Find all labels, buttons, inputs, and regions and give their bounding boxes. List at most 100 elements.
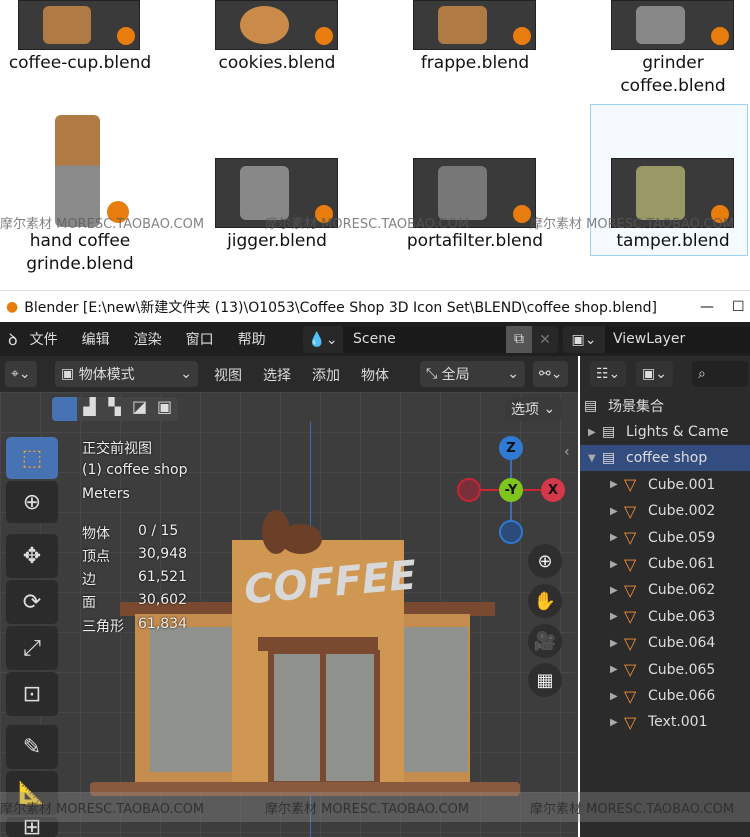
expand-arrow-icon[interactable]: ▶ <box>610 638 624 649</box>
sidebar-toggle-icon[interactable]: ‹ <box>564 444 570 460</box>
grid-ortho-icon[interactable]: ▦ <box>528 663 562 697</box>
expand-arrow-icon[interactable]: ▶ <box>610 691 624 702</box>
thumbnail[interactable] <box>55 115 129 227</box>
rotate-tool[interactable]: ⟳ <box>6 580 58 624</box>
orientation-dropdown[interactable]: ⤡ 全局 ⌄ <box>420 361 525 387</box>
menu-view[interactable]: 视图 <box>214 365 242 385</box>
menu-window[interactable]: 窗口 <box>186 329 214 349</box>
gizmo-x[interactable]: X <box>541 478 565 502</box>
transform-tool[interactable]: ⊡ <box>6 672 58 716</box>
3d-viewport[interactable]: ▟ ▚ ◪ ▣ 选项 ⌄ COFFEE ⬚ ⊕ ✥ ⟳ ⤢ ⊡ ✎ 📐 ⊞ 正交… <box>0 392 578 837</box>
outliner-item[interactable]: ▼ ▤ coffee shop <box>580 445 750 472</box>
gizmo-neg-y[interactable]: -Y <box>499 478 523 502</box>
outliner-item-label: Cube.061 <box>648 556 716 572</box>
menu-select[interactable]: 选择 <box>263 365 291 385</box>
expand-arrow-icon[interactable]: ▶ <box>610 532 624 543</box>
stat-label: 边 <box>82 572 96 588</box>
annotate-tool[interactable]: ✎ <box>6 725 58 769</box>
menu-object[interactable]: 物体 <box>361 365 389 385</box>
mesh-icon: ▽ <box>624 528 637 548</box>
outliner-item[interactable]: ▶ ▽ Text.001 <box>580 709 750 735</box>
outliner-item[interactable]: ▶ ▽ Cube.061 <box>580 551 750 577</box>
units-label: Meters <box>82 486 130 502</box>
expand-arrow-icon[interactable]: ▶ <box>610 559 624 570</box>
search-button[interactable]: ⌕ <box>692 361 748 387</box>
menu-add[interactable]: 添加 <box>312 365 340 385</box>
gizmo-neg-x[interactable] <box>457 478 481 502</box>
outliner-item[interactable]: ▶ ▽ Cube.002 <box>580 498 750 524</box>
thumbnail[interactable] <box>18 0 140 50</box>
viewlayer-name[interactable]: ViewLayer <box>605 326 750 353</box>
outliner-item-label: Cube.066 <box>648 688 716 704</box>
camera-icon[interactable]: 🎥 <box>528 624 562 658</box>
stat-label: 三角形 <box>82 619 124 635</box>
new-scene-icon[interactable]: ⧉ <box>506 326 532 353</box>
thumbnail[interactable] <box>413 0 536 50</box>
menu-help[interactable]: 帮助 <box>238 329 266 349</box>
expand-arrow-icon[interactable]: ▶ <box>610 506 624 517</box>
stat-value: 30,602 <box>138 592 187 608</box>
gizmo-z[interactable]: Z <box>499 436 523 460</box>
outliner-item-label: coffee shop <box>626 450 708 467</box>
select-box-tool[interactable]: ⬚ <box>6 437 58 479</box>
menu-file[interactable]: 文件 <box>30 329 58 349</box>
expand-arrow-icon[interactable]: ▶ <box>588 427 602 438</box>
cursor-tool[interactable]: ⊕ <box>6 481 58 523</box>
outliner-item-label: Cube.002 <box>648 503 716 520</box>
display-mode-button[interactable]: ☷⌄ <box>590 361 627 387</box>
file-label[interactable]: hand coffee grinde.blend <box>15 230 145 276</box>
outliner-item-label: Cube.001 <box>648 476 716 493</box>
expand-arrow-icon[interactable]: ▶ <box>610 585 624 596</box>
minimize-button[interactable]: — <box>682 299 732 315</box>
pivot-dropdown[interactable]: ⚯⌄ <box>533 361 569 387</box>
filter-button[interactable]: ▣⌄ <box>636 361 673 387</box>
maximize-button[interactable]: ☐ <box>732 299 750 315</box>
expand-arrow-icon[interactable]: ▶ <box>610 717 624 728</box>
file-label[interactable]: grinder coffee.blend <box>608 52 738 98</box>
zoom-icon[interactable]: ⊕ <box>528 544 562 578</box>
thumbnail[interactable] <box>413 158 536 228</box>
viewlayer-selector[interactable]: ▣⌄ ViewLayer <box>563 326 750 353</box>
gizmo-neg-z[interactable] <box>499 520 523 544</box>
stat-label: 面 <box>82 595 96 611</box>
file-label[interactable]: jigger.blend <box>202 230 352 253</box>
outliner-item[interactable]: ▶ ▽ Cube.066 <box>580 683 750 709</box>
scale-tool[interactable]: ⤢ <box>6 626 58 670</box>
thumbnail[interactable] <box>611 158 734 228</box>
stat-value: 0 / 15 <box>138 523 179 539</box>
outliner-item[interactable]: ▶ ▤ Lights & Came <box>580 419 750 445</box>
move-tool[interactable]: ✥ <box>6 534 58 578</box>
expand-arrow-icon[interactable]: ▶ <box>610 479 624 490</box>
outliner-item[interactable]: ▶ ▽ Cube.001 <box>580 472 750 498</box>
blender-menu-icon[interactable]: ꝺ <box>8 328 18 350</box>
expand-arrow-icon[interactable]: ▶ <box>610 664 624 675</box>
delete-scene-icon[interactable]: ✕ <box>532 332 558 348</box>
scene-icon[interactable]: 💧⌄ <box>303 332 343 348</box>
file-label[interactable]: cookies.blend <box>202 52 352 75</box>
scene-collection-row[interactable]: ▤ 场景集合 <box>580 393 750 419</box>
mode-dropdown[interactable]: ▣ 物体模式 ⌄ <box>55 361 198 387</box>
menu-edit[interactable]: 编辑 <box>82 329 110 349</box>
pan-hand-icon[interactable]: ✋ <box>528 584 562 618</box>
viewlayer-icon[interactable]: ▣⌄ <box>563 332 605 348</box>
scene-selector[interactable]: 💧⌄ Scene ⧉ ✕ <box>303 326 558 353</box>
menu-render[interactable]: 渲染 <box>134 329 162 349</box>
file-label[interactable]: tamper.blend <box>598 230 748 253</box>
thumbnail[interactable] <box>215 0 338 50</box>
expand-arrow-icon[interactable]: ▼ <box>588 453 602 464</box>
outliner-item[interactable]: ▶ ▽ Cube.059 <box>580 525 750 551</box>
outliner-item[interactable]: ▶ ▽ Cube.065 <box>580 657 750 683</box>
file-label[interactable]: frappe.blend <box>400 52 550 75</box>
outliner-item[interactable]: ▶ ▽ Cube.062 <box>580 577 750 603</box>
scene-name[interactable]: Scene <box>343 326 506 353</box>
thumbnail[interactable] <box>611 0 734 50</box>
file-label[interactable]: portafilter.blend <box>400 230 550 253</box>
outliner-item-label: Cube.059 <box>648 529 716 546</box>
thumbnail[interactable] <box>215 158 338 228</box>
outliner-item[interactable]: ▶ ▽ Cube.064 <box>580 630 750 656</box>
file-label[interactable]: coffee-cup.blend <box>5 52 155 75</box>
outliner-item[interactable]: ▶ ▽ Cube.063 <box>580 604 750 630</box>
watermark-band <box>0 792 750 822</box>
editor-type-button[interactable]: ⌖⌄ <box>5 361 37 387</box>
expand-arrow-icon[interactable]: ▶ <box>610 611 624 622</box>
